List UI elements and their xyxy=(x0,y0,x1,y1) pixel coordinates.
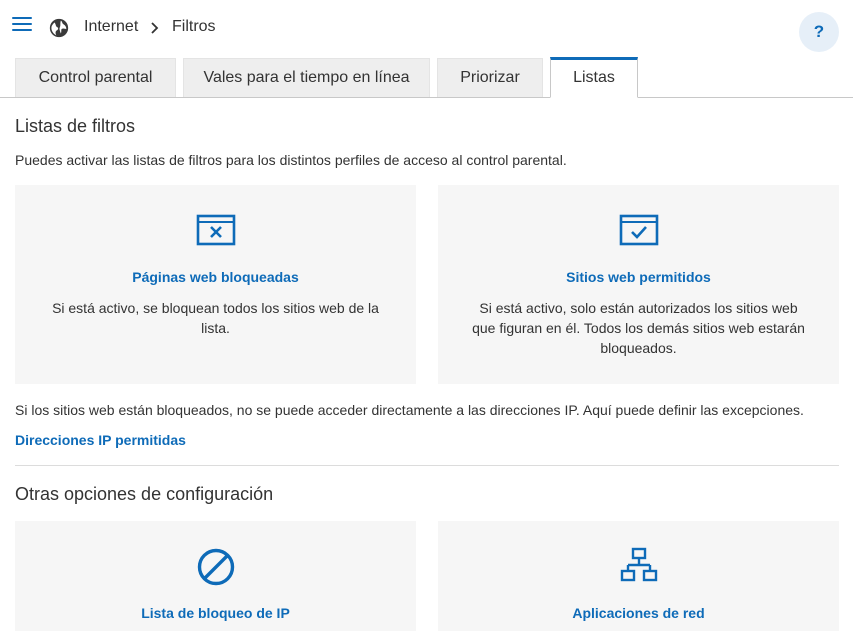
ip-exceptions-note: Si los sitios web están bloqueados, no s… xyxy=(15,402,804,418)
block-icon xyxy=(197,548,234,586)
card-allowed-sites[interactable]: Sitios web permitidos Si está activo, so… xyxy=(438,185,839,384)
top-bar: Internet Filtros ? xyxy=(0,0,853,58)
card-ip-blocklist[interactable]: Lista de bloqueo de IP xyxy=(15,521,416,631)
card-network-apps-title: Aplicaciones de red xyxy=(572,605,705,621)
tab-priorizar[interactable]: Priorizar xyxy=(437,58,543,97)
breadcrumb-internet[interactable]: Internet xyxy=(84,18,138,36)
card-blocked-sites[interactable]: Páginas web bloqueadas Si está activo, s… xyxy=(15,185,416,384)
filters-description: Puedes activar las listas de filtros par… xyxy=(15,152,567,168)
card-network-apps[interactable]: Aplicaciones de red xyxy=(438,521,839,631)
tab-control-parental[interactable]: Control parental xyxy=(15,58,176,97)
allowed-window-icon xyxy=(619,214,658,246)
blocked-window-icon xyxy=(196,214,235,246)
tab-listas[interactable]: Listas xyxy=(550,57,638,98)
tab-bar: Control parental Vales para el tiempo en… xyxy=(0,57,853,98)
network-icon xyxy=(620,547,657,582)
card-blocked-description: Si está activo, se bloquean todos los si… xyxy=(52,300,379,336)
chevron-right-icon xyxy=(151,22,159,34)
breadcrumb-current: Filtros xyxy=(172,18,216,35)
menu-icon[interactable] xyxy=(12,17,32,35)
card-ip-blocklist-title: Lista de bloqueo de IP xyxy=(141,605,290,621)
section-title-filters: Listas de filtros xyxy=(15,116,136,136)
help-button[interactable]: ? xyxy=(799,12,839,52)
card-allowed-description: Si está activo, solo están autorizados l… xyxy=(472,300,805,356)
section-title-other: Otras opciones de configuración xyxy=(15,484,274,504)
card-allowed-title: Sitios web permitidos xyxy=(566,269,711,285)
tab-vales[interactable]: Vales para el tiempo en línea xyxy=(183,58,430,97)
card-blocked-title: Páginas web bloqueadas xyxy=(132,269,299,285)
section-divider xyxy=(15,465,839,466)
allowed-ip-link[interactable]: Direcciones IP permitidas xyxy=(15,432,186,448)
globe-icon xyxy=(49,18,69,38)
